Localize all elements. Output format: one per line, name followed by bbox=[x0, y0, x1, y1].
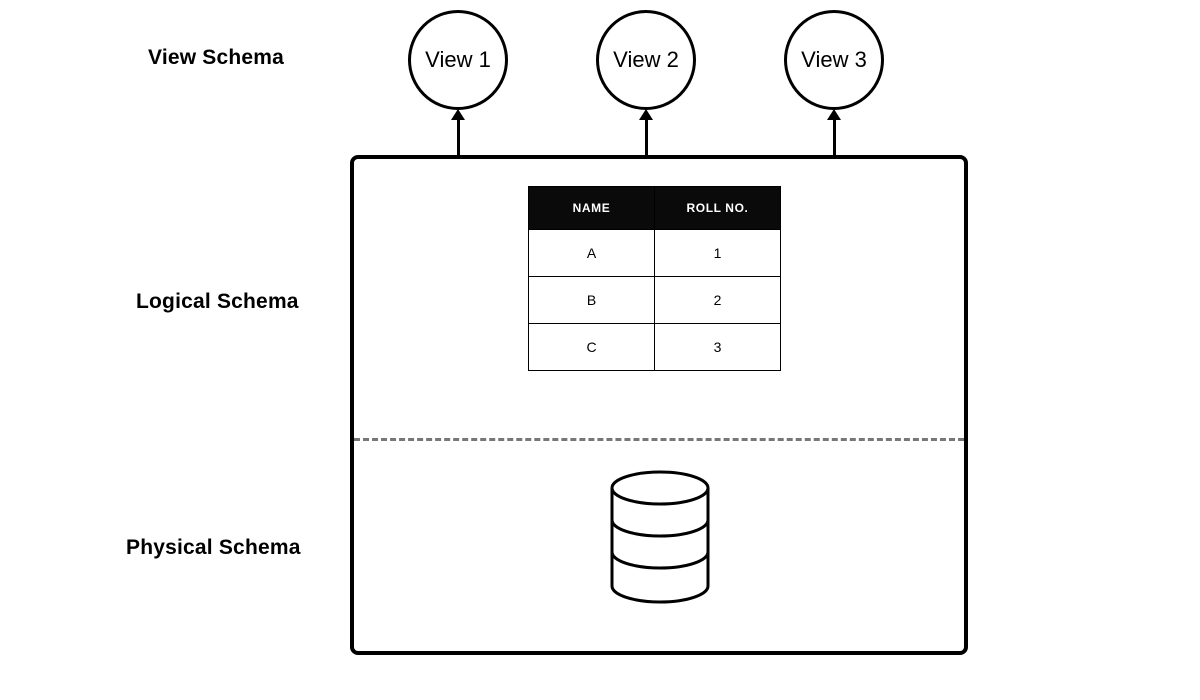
table-header-roll: ROLL NO. bbox=[655, 187, 781, 230]
cell-roll: 3 bbox=[655, 324, 781, 371]
view-3-text: View 3 bbox=[801, 47, 867, 73]
database-icon bbox=[608, 470, 712, 609]
schema-table: NAME ROLL NO. A 1 B 2 C 3 bbox=[528, 186, 781, 371]
view-schema-label: View Schema bbox=[148, 46, 284, 70]
logical-schema-label: Logical Schema bbox=[136, 290, 299, 314]
view-1-circle: View 1 bbox=[408, 10, 508, 110]
table-row: C 3 bbox=[529, 324, 781, 371]
cell-roll: 1 bbox=[655, 230, 781, 277]
cell-name: C bbox=[529, 324, 655, 371]
cell-name: B bbox=[529, 277, 655, 324]
cell-roll: 2 bbox=[655, 277, 781, 324]
table-header-name: NAME bbox=[529, 187, 655, 230]
cell-name: A bbox=[529, 230, 655, 277]
table-row: B 2 bbox=[529, 277, 781, 324]
arrow-to-view-2 bbox=[645, 118, 648, 155]
view-3-circle: View 3 bbox=[784, 10, 884, 110]
view-1-text: View 1 bbox=[425, 47, 491, 73]
view-2-circle: View 2 bbox=[596, 10, 696, 110]
view-2-text: View 2 bbox=[613, 47, 679, 73]
schema-divider bbox=[354, 438, 964, 441]
arrow-to-view-1 bbox=[457, 118, 460, 155]
table-row: A 1 bbox=[529, 230, 781, 277]
physical-schema-label: Physical Schema bbox=[126, 536, 301, 560]
arrow-to-view-3 bbox=[833, 118, 836, 155]
table-header-row: NAME ROLL NO. bbox=[529, 187, 781, 230]
